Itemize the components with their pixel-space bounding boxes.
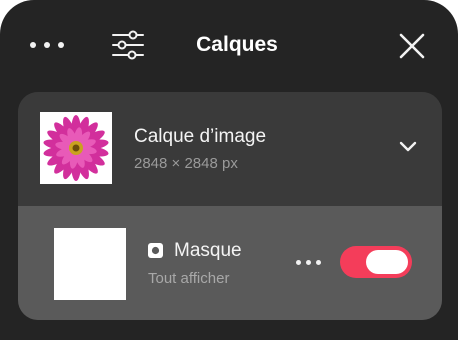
mask-toggle[interactable]	[340, 246, 412, 278]
layer-name: Calque d’image	[134, 126, 267, 147]
layer-thumbnail	[40, 112, 112, 184]
mask-thumbnail	[54, 228, 126, 300]
more-options-icon[interactable]	[296, 259, 322, 267]
mask-row[interactable]: Masque Tout afficher	[18, 206, 442, 320]
layer-size: 2848 × 2848 px	[134, 155, 238, 172]
dot	[306, 260, 311, 265]
dot	[296, 260, 301, 265]
pink-flower-image	[40, 112, 112, 184]
chevron-down-icon[interactable]	[398, 140, 418, 154]
layer-card: Calque d’image 2848 × 2848 px Masque Tou…	[18, 92, 442, 320]
mask-icon	[148, 243, 163, 258]
mask-subtitle: Tout afficher	[148, 270, 230, 287]
dot	[316, 260, 321, 265]
image-layer-row[interactable]: Calque d’image 2848 × 2848 px	[18, 92, 442, 206]
close-icon[interactable]	[396, 30, 428, 62]
mask-name: Masque	[174, 240, 242, 261]
panel-header: Calques	[0, 0, 458, 92]
toggle-knob	[366, 250, 408, 274]
page-title: Calques	[196, 33, 278, 56]
layers-panel: Calques Calque d’image 2848 × 2848 px Ma…	[0, 0, 458, 340]
